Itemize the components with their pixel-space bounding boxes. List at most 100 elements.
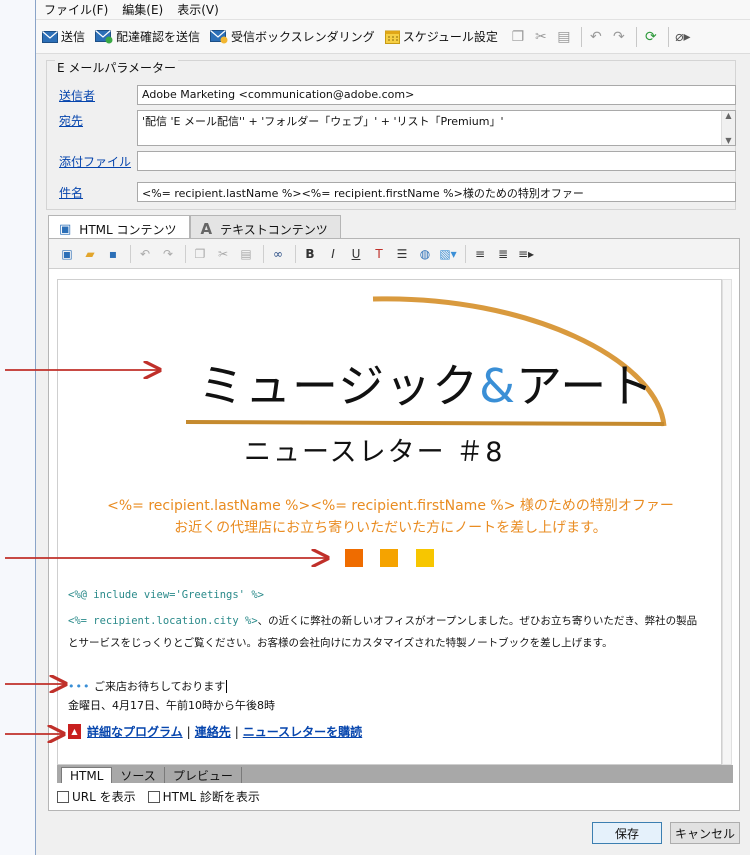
refresh-icon[interactable]: ⟳ bbox=[641, 27, 661, 47]
schedule-label: スケジュール設定 bbox=[402, 30, 498, 44]
toolbar-separator bbox=[667, 26, 669, 47]
text-color-icon[interactable]: T bbox=[369, 244, 389, 264]
attachment-label[interactable]: 添付ファイル bbox=[59, 153, 137, 170]
attachment-field[interactable] bbox=[137, 151, 736, 171]
to-value: '配信 'E メール配信'' + 'フォルダー「ウェブ」' + 'リスト「Pre… bbox=[142, 115, 504, 128]
envelope-check-icon bbox=[95, 29, 113, 43]
link-separator: | bbox=[186, 724, 191, 739]
open-folder-icon[interactable]: ▰ bbox=[80, 244, 100, 264]
schedule-line: 金曜日、4月17日、午前10時から午後8時 bbox=[68, 699, 275, 712]
program-link[interactable]: 詳細なプログラム bbox=[87, 723, 183, 740]
image-icon[interactable]: ▧▾ bbox=[438, 244, 458, 264]
tab-html-view[interactable]: HTML bbox=[61, 767, 113, 783]
inbox-rendering-button[interactable]: 受信ボックスレンダリング bbox=[210, 28, 375, 45]
to-label[interactable]: 宛先 bbox=[59, 112, 137, 129]
title-tail: アート bbox=[515, 359, 655, 413]
italic-icon[interactable]: I bbox=[323, 244, 343, 264]
subject-label[interactable]: 件名 bbox=[59, 184, 137, 201]
editor-separator bbox=[465, 244, 466, 263]
html-diag-checkbox[interactable] bbox=[147, 790, 160, 803]
background-left-area bbox=[0, 0, 36, 855]
to-field-scrollbar[interactable]: ▲ ▼ bbox=[721, 111, 735, 145]
copy-icon[interactable]: ❐ bbox=[508, 27, 528, 47]
scroll-up-icon[interactable]: ▲ bbox=[725, 111, 731, 120]
attachment-row: 添付ファイル bbox=[59, 151, 736, 171]
cut-icon[interactable]: ✂ bbox=[213, 244, 233, 264]
save-button[interactable]: 保存 bbox=[592, 822, 662, 844]
title-ampersand: & bbox=[479, 359, 516, 413]
send-proof-button[interactable]: 配達確認を送信 bbox=[95, 28, 200, 45]
toolbar-separator bbox=[580, 26, 582, 47]
html-diag-option[interactable]: HTML 診断を表示 bbox=[147, 788, 260, 805]
show-url-checkbox[interactable] bbox=[57, 790, 69, 803]
copy-icon[interactable]: ❐ bbox=[190, 244, 210, 264]
tab-text-label: テキストコンテンツ bbox=[220, 222, 328, 237]
body-line-1: <%= recipient.location.city %>、の近くに弊社の新し… bbox=[68, 613, 697, 628]
subscribe-link[interactable]: ニュースレターを購読 bbox=[243, 723, 362, 740]
attachment-icon[interactable]: ⌀▸ bbox=[673, 27, 693, 47]
tab-source-view[interactable]: ソース bbox=[112, 767, 165, 783]
list-icon[interactable]: ☰ bbox=[392, 244, 412, 264]
content-tabs: ▣ HTML コンテンツ A テキストコンテンツ bbox=[48, 215, 341, 239]
link-separator: | bbox=[234, 724, 239, 739]
html-diag-label: HTML 診断を表示 bbox=[162, 790, 260, 804]
editor-separator bbox=[263, 244, 264, 263]
city-tag: <%= recipient.location.city %> bbox=[68, 615, 258, 627]
text-cursor bbox=[226, 680, 228, 693]
offer-line-1: <%= recipient.lastName %><%= recipient.f… bbox=[107, 498, 674, 514]
underline-icon[interactable]: U bbox=[346, 244, 366, 264]
undo-icon[interactable]: ↶ bbox=[135, 244, 155, 264]
redo-icon[interactable]: ↷ bbox=[609, 27, 629, 47]
email-content-area[interactable]: ミュージック&アート ニュースレター ＃8 <%= recipient.last… bbox=[57, 279, 722, 765]
editor-toolbar: ▣ ▰ ▪ ↶ ↷ ❐ ✂ ▤ ∞ B I U T ☰ ◍ ▧▾ ≡ ≣ ≡▸ bbox=[49, 239, 739, 269]
schedule-button[interactable]: スケジュール設定 bbox=[384, 28, 498, 45]
bold-icon[interactable]: B bbox=[300, 244, 320, 264]
menu-edit[interactable]: 編集(E) bbox=[122, 1, 163, 18]
show-url-option[interactable]: URL を表示 bbox=[57, 788, 136, 805]
align-more-icon[interactable]: ≡▸ bbox=[516, 244, 536, 264]
welcome-line: ••• ご来店お待ちしております bbox=[68, 678, 228, 694]
cut-icon[interactable]: ✂ bbox=[531, 27, 551, 47]
link-globe-icon[interactable]: ◍ bbox=[415, 244, 435, 264]
find-binoculars-icon[interactable]: ∞ bbox=[268, 244, 288, 264]
contact-link[interactable]: 連絡先 bbox=[195, 723, 231, 740]
view-mode-tabs: HTML ソース プレビュー bbox=[57, 765, 733, 783]
content-scrollbar[interactable] bbox=[722, 279, 732, 765]
paste-icon[interactable]: ▤ bbox=[554, 27, 574, 47]
tab-text-content[interactable]: A テキストコンテンツ bbox=[189, 215, 341, 239]
newsletter-title: ミュージック&アート bbox=[198, 350, 654, 416]
subject-field[interactable]: <%= recipient.lastName %><%= recipient.f… bbox=[137, 182, 736, 202]
send-button[interactable]: 送信 bbox=[42, 28, 85, 45]
align-left-icon[interactable]: ≡ bbox=[470, 244, 490, 264]
send-proof-label: 配達確認を送信 bbox=[116, 30, 201, 44]
scroll-down-icon[interactable]: ▼ bbox=[725, 136, 731, 145]
text-a-icon: A bbox=[200, 220, 213, 238]
include-directive: <%@ include view='Greetings' %> bbox=[68, 589, 264, 601]
sender-field[interactable]: Adobe Marketing <communication@adobe.com… bbox=[137, 85, 736, 105]
yellow-square bbox=[416, 549, 434, 567]
body-line-1-text: 、の近くに弊社の新しいオフィスがオープンしました。ぜひお立ち寄りいただき、弊社の… bbox=[257, 615, 698, 627]
newsletter-subtitle: ニュースレター ＃8 bbox=[244, 437, 505, 468]
redo-icon[interactable]: ↷ bbox=[158, 244, 178, 264]
sender-label[interactable]: 送信者 bbox=[59, 87, 137, 104]
save-disk-icon[interactable]: ▪ bbox=[103, 244, 123, 264]
inbox-rendering-label: 受信ボックスレンダリング bbox=[231, 30, 375, 44]
email-editor-window: ファイル(F) 編集(E) 表示(V) 送信 配達確認を送信 受信ボックスレンダ… bbox=[35, 0, 750, 855]
tab-html-content[interactable]: ▣ HTML コンテンツ bbox=[48, 215, 190, 239]
editor-separator bbox=[130, 244, 131, 263]
cancel-button[interactable]: キャンセル bbox=[670, 822, 740, 844]
paste-icon[interactable]: ▤ bbox=[236, 244, 256, 264]
menu-view[interactable]: 表示(V) bbox=[177, 1, 219, 18]
menubar: ファイル(F) 編集(E) 表示(V) bbox=[36, 0, 750, 20]
send-label: 送信 bbox=[61, 30, 86, 44]
tab-preview-view[interactable]: プレビュー bbox=[165, 767, 242, 783]
editor-options: URL を表示 HTML 診断を表示 bbox=[57, 788, 272, 805]
menu-file[interactable]: ファイル(F) bbox=[44, 1, 108, 18]
toolbar-separator bbox=[635, 26, 637, 47]
align-center-icon[interactable]: ≣ bbox=[493, 244, 513, 264]
to-field[interactable]: '配信 'E メール配信'' + 'フォルダー「ウェブ」' + 'リスト「Pre… bbox=[137, 110, 736, 146]
new-doc-icon[interactable]: ▣ bbox=[57, 244, 77, 264]
dots-decoration: ••• bbox=[68, 680, 91, 693]
undo-icon[interactable]: ↶ bbox=[586, 27, 606, 47]
sender-row: 送信者 Adobe Marketing <communication@adobe… bbox=[59, 85, 736, 105]
